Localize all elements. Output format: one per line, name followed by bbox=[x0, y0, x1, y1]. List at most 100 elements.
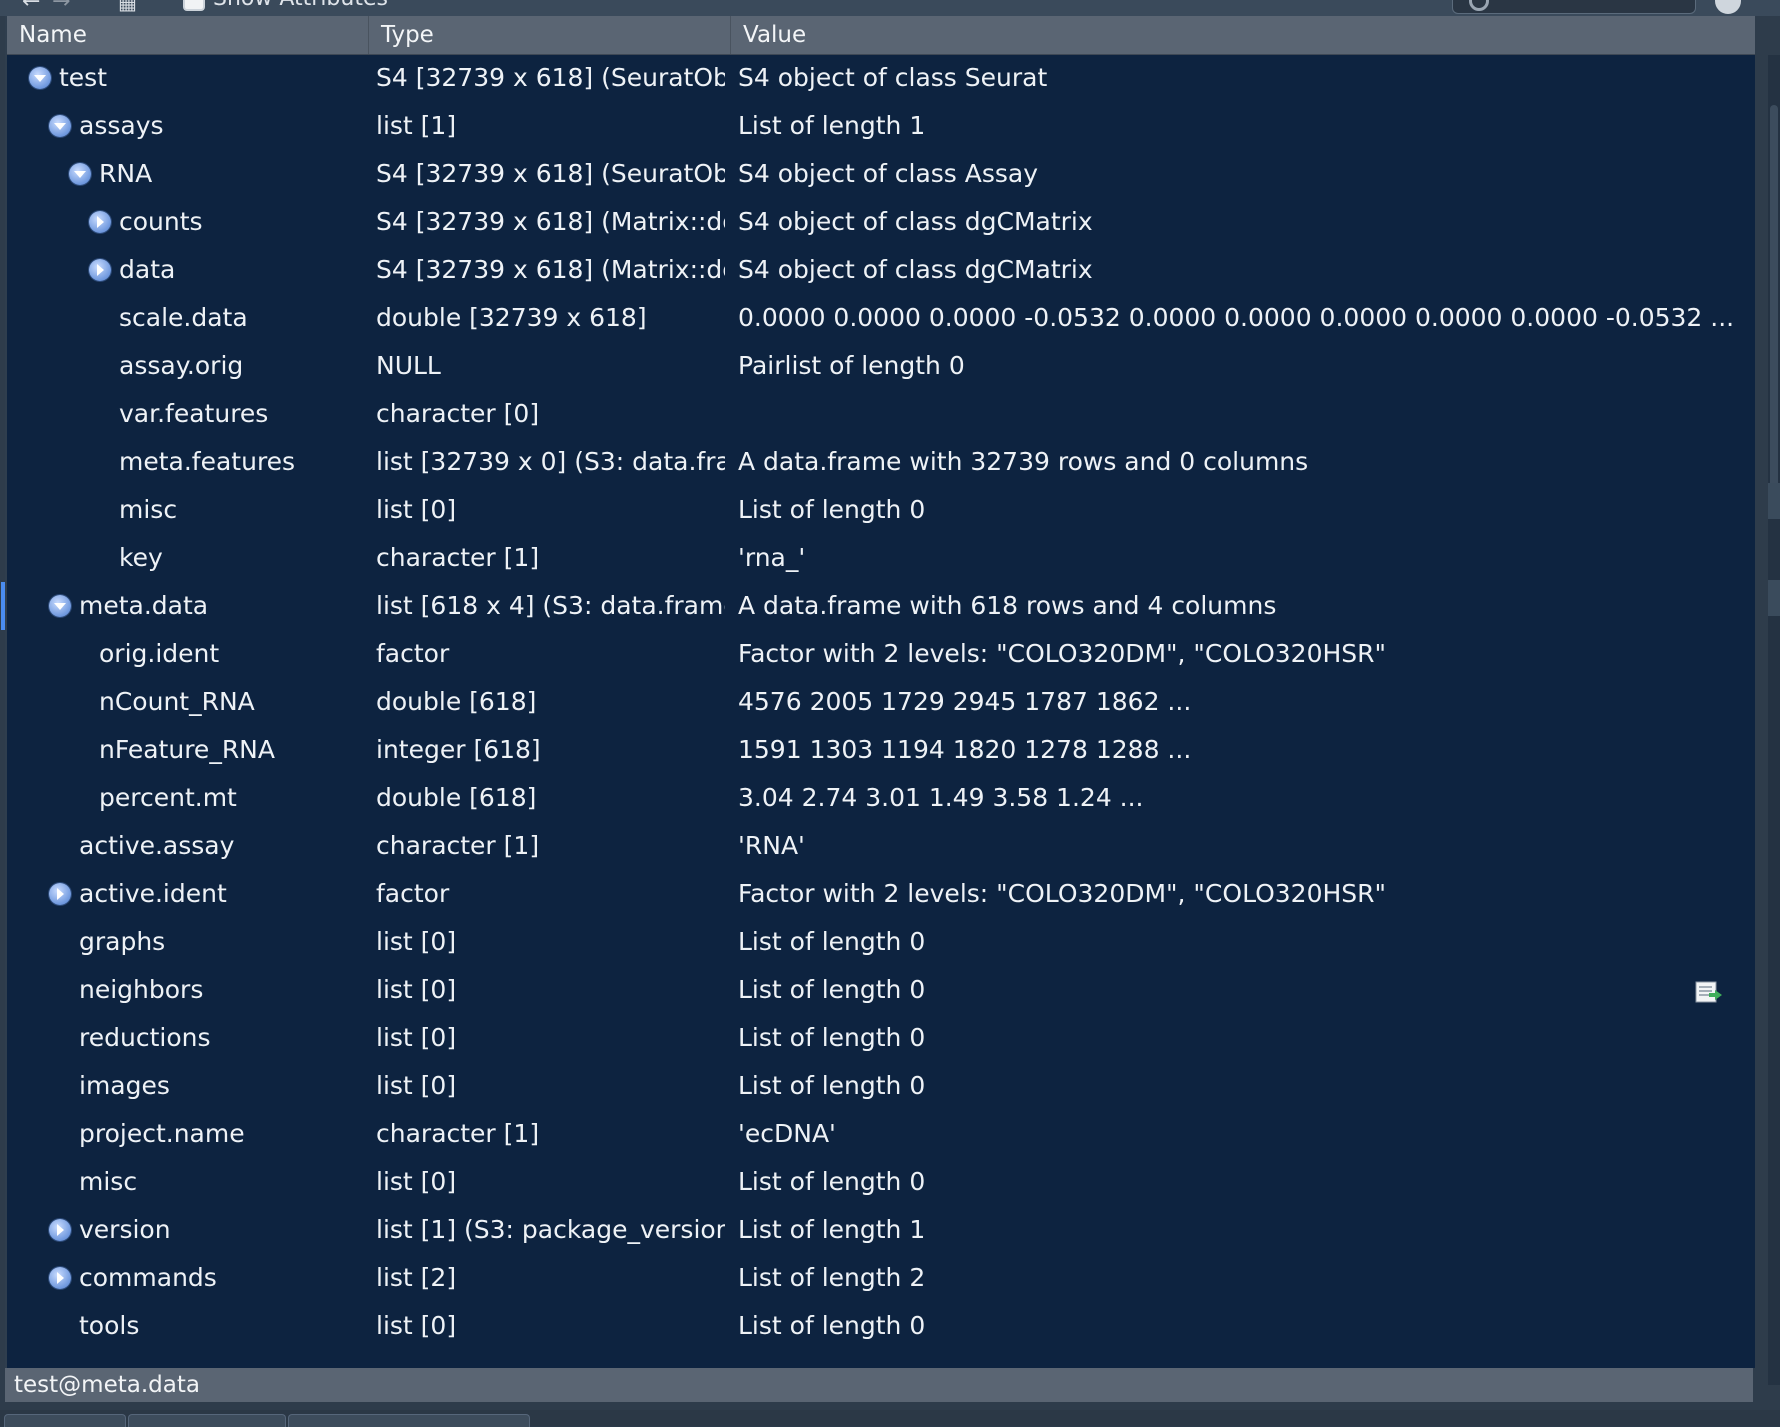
row-value: S4 object of class dgCMatrix bbox=[738, 255, 1093, 284]
row-name: data bbox=[119, 255, 176, 284]
column-header-name[interactable]: Name bbox=[7, 16, 369, 54]
row-type: list [1] bbox=[376, 111, 457, 140]
row-name: tools bbox=[79, 1311, 140, 1340]
tree-row[interactable]: key character [1] 'rna_' bbox=[7, 534, 1755, 582]
column-header-type[interactable]: Type bbox=[369, 16, 731, 54]
bottom-tab[interactable] bbox=[4, 1414, 126, 1427]
row-name: active.assay bbox=[79, 831, 235, 860]
row-name: graphs bbox=[79, 927, 166, 956]
row-name-cell: data bbox=[7, 246, 369, 294]
row-value: Pairlist of length 0 bbox=[738, 351, 965, 380]
row-value bbox=[738, 390, 1738, 438]
row-value: 'RNA' bbox=[738, 831, 805, 860]
tree-row[interactable]: nFeature_RNA integer [618] 1591 1303 1194 … bbox=[7, 726, 1755, 774]
row-type: integer [618] bbox=[376, 735, 541, 764]
chevron-right-icon[interactable] bbox=[49, 883, 71, 905]
tree-row[interactable]: data S4 [32739 x 618] (Matrix::dg(S4 obje… bbox=[7, 246, 1755, 294]
row-name-cell: nFeature_RNA bbox=[7, 726, 369, 774]
tree-row[interactable]: neighbors list [0] List of length 0 bbox=[7, 966, 1755, 1014]
row-type: list [0] bbox=[376, 1167, 457, 1196]
chevron-right-icon[interactable] bbox=[89, 211, 111, 233]
row-type: NULL bbox=[376, 351, 441, 380]
arrow-left-icon[interactable]: ← bbox=[22, 0, 46, 14]
row-name-cell: neighbors bbox=[7, 966, 369, 1014]
row-name-cell: tools bbox=[7, 1302, 369, 1350]
scrollbar-thumb[interactable] bbox=[1770, 105, 1778, 505]
tree-row[interactable]: reductions list [0] List of length 0 bbox=[7, 1014, 1755, 1062]
row-value: Factor with 2 levels: "COLO320DM", "COLO… bbox=[738, 639, 1387, 668]
chevron-down-icon[interactable] bbox=[29, 67, 51, 89]
row-value: 0.0000 0.0000 0.0000 -0.0532 0.0000 0.00… bbox=[738, 303, 1735, 332]
tree-row[interactable]: percent.mt double [618] 3.04 2.74 3.01 1.4… bbox=[7, 774, 1755, 822]
tree-row[interactable]: images list [0] List of length 0 bbox=[7, 1062, 1755, 1110]
bottom-tab[interactable] bbox=[288, 1414, 530, 1427]
row-type: list [0] bbox=[376, 1023, 457, 1052]
help-icon[interactable] bbox=[1715, 0, 1741, 14]
row-name: commands bbox=[79, 1263, 217, 1292]
chevron-down-icon[interactable] bbox=[49, 595, 71, 617]
row-type: list [618 x 4] (S3: data.frame) bbox=[376, 591, 725, 620]
tree-row[interactable]: graphs list [0] List of length 0 bbox=[7, 918, 1755, 966]
row-name-cell: test bbox=[7, 54, 369, 102]
row-name-cell: misc bbox=[7, 486, 369, 534]
tree-row[interactable]: commands list [2] List of length 2 bbox=[7, 1254, 1755, 1302]
row-name: images bbox=[79, 1071, 170, 1100]
show-attributes-toggle[interactable]: Show Attributes bbox=[183, 0, 388, 12]
tree-row[interactable]: active.ident factor Factor with 2 levels: … bbox=[7, 870, 1755, 918]
row-value: List of length 0 bbox=[738, 1071, 926, 1100]
row-type: character [1] bbox=[376, 1119, 540, 1148]
row-type: list [0] bbox=[376, 495, 457, 524]
tree-row[interactable]: version list [1] (S3: package_version, r L… bbox=[7, 1206, 1755, 1254]
tree-row[interactable]: RNA S4 [32739 x 618] (SeuratObje S4 object… bbox=[7, 150, 1755, 198]
search-input[interactable] bbox=[1452, 0, 1696, 14]
row-value: List of length 1 bbox=[738, 111, 926, 140]
tree-row[interactable]: project.name character [1] 'ecDNA' bbox=[7, 1110, 1755, 1158]
chevron-right-icon[interactable] bbox=[49, 1267, 71, 1289]
row-name-cell: meta.data bbox=[7, 582, 369, 630]
row-type: S4 [32739 x 618] (Matrix::dg( bbox=[376, 207, 725, 236]
object-tree-panel: Name Type Value test S4 [32739 x 618] (Se… bbox=[1, 16, 1755, 1368]
refresh-icon[interactable]: ▦ bbox=[118, 0, 142, 14]
tree-row[interactable]: orig.ident factor Factor with 2 levels: "C… bbox=[7, 630, 1755, 678]
show-attributes-label: Show Attributes bbox=[213, 0, 388, 11]
row-type: character [0] bbox=[376, 399, 540, 428]
row-name-cell: version bbox=[7, 1206, 369, 1254]
row-name-cell: nCount_RNA bbox=[7, 678, 369, 726]
row-name: meta.data bbox=[79, 591, 209, 620]
row-name: meta.features bbox=[119, 447, 296, 476]
row-type: list [0] bbox=[376, 1311, 457, 1340]
row-type: double [32739 x 618] bbox=[376, 303, 647, 332]
tree-row[interactable]: meta.data list [618 x 4] (S3: data.frame)… bbox=[1, 582, 1755, 630]
tree-row[interactable]: misc list [0] List of length 0 bbox=[7, 486, 1755, 534]
tree-row[interactable]: tools list [0] List of length 0 bbox=[7, 1302, 1755, 1350]
tree-row[interactable]: test S4 [32739 x 618] (SeuratObje S4 objec… bbox=[7, 54, 1755, 102]
tree-row[interactable]: meta.features list [32739 x 0] (S3: data.… bbox=[7, 438, 1755, 486]
column-header-value[interactable]: Value bbox=[731, 16, 1755, 54]
tree-row[interactable]: assay.orig NULL Pairlist of length 0 bbox=[7, 342, 1755, 390]
row-name: assay.orig bbox=[119, 351, 244, 380]
row-name-cell: key bbox=[7, 534, 369, 582]
show-attributes-checkbox[interactable] bbox=[183, 0, 205, 11]
vertical-scrollbar[interactable] bbox=[1768, 55, 1780, 1385]
tree-row[interactable]: var.features character [0] bbox=[7, 390, 1755, 438]
chevron-down-icon[interactable] bbox=[49, 115, 71, 137]
tree-row[interactable]: scale.data double [32739 x 618] 0.0000 0.0… bbox=[7, 294, 1755, 342]
row-name: nCount_RNA bbox=[99, 687, 255, 716]
arrow-right-icon[interactable]: → bbox=[52, 0, 76, 14]
row-value: A data.frame with 618 rows and 4 columns bbox=[738, 591, 1277, 620]
row-name: neighbors bbox=[79, 975, 204, 1004]
bottom-tab[interactable] bbox=[128, 1414, 286, 1427]
row-name-cell: RNA bbox=[7, 150, 369, 198]
tree-row[interactable]: assays list [1] List of length 1 bbox=[7, 102, 1755, 150]
tree-row[interactable]: active.assay character [1] 'RNA' bbox=[7, 822, 1755, 870]
row-name-cell: assays bbox=[7, 102, 369, 150]
export-code-icon[interactable] bbox=[1695, 980, 1723, 1004]
column-header: Name Type Value bbox=[7, 16, 1755, 55]
chevron-right-icon[interactable] bbox=[49, 1219, 71, 1241]
tree-row[interactable]: counts S4 [32739 x 618] (Matrix::dg(S4 ob… bbox=[7, 198, 1755, 246]
chevron-right-icon[interactable] bbox=[89, 259, 111, 281]
chevron-down-icon[interactable] bbox=[69, 163, 91, 185]
row-value: List of length 0 bbox=[738, 1023, 926, 1052]
tree-row[interactable]: nCount_RNA double [618] 4576 2005 1729 294… bbox=[7, 678, 1755, 726]
tree-row[interactable]: misc list [0] List of length 0 bbox=[7, 1158, 1755, 1206]
